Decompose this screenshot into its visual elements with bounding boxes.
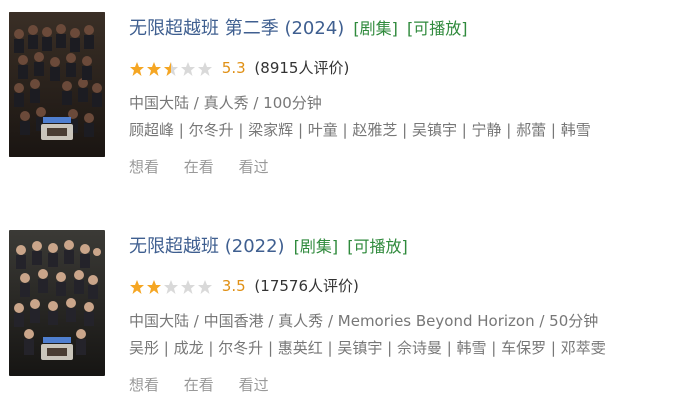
star-icon [130,61,144,76]
watched-button[interactable]: 看过 [239,374,269,395]
rating-row: 3.5 (17576人评价) [129,275,359,297]
tag-series[interactable]: [剧集] [294,237,339,256]
watched-button[interactable]: 看过 [239,156,269,177]
tag-series[interactable]: [剧集] [353,19,398,38]
star-icon [130,279,144,294]
star-half-icon [164,61,178,76]
result-title-link[interactable]: 无限超越班 第二季 (2024) [129,18,344,39]
star-empty-icon [164,279,178,294]
star-empty-icon [181,279,195,294]
star-empty-icon [198,279,212,294]
want-to-watch-button[interactable]: 想看 [129,156,159,177]
want-to-watch-button[interactable]: 想看 [129,374,159,395]
star-icon [147,279,161,294]
star-rating [129,279,213,295]
meta-info: 中国大陆 / 真人秀 / 100分钟 [129,94,322,112]
title-row: 无限超越班 (2022) [剧集] [可播放] [129,230,699,264]
action-links: 想看 在看 看过 [129,374,289,395]
rating-score: 3.5 [221,277,246,295]
rating-row: 5.3 (8915人评价) [129,57,349,79]
star-empty-icon [198,61,212,76]
result-title-link[interactable]: 无限超越班 (2022) [129,236,285,257]
cast-list: 顾超峰 | 尔冬升 | 梁家辉 | 叶童 | 赵雅芝 | 吴镇宇 | 宁静 | … [129,121,591,139]
star-rating [129,61,213,77]
title-row: 无限超越班 第二季 (2024) [剧集] [可播放] [129,12,699,46]
poster-image[interactable] [9,12,105,157]
action-links: 想看 在看 看过 [129,156,289,177]
result-info: 无限超越班 第二季 (2024) [剧集] [可播放] 5.3 (8915人评价… [129,12,699,176]
poster-artwork [9,12,105,157]
poster-artwork [9,230,105,376]
star-icon [147,61,161,76]
tag-playable[interactable]: [可播放] [407,19,468,38]
cast-list: 吴彤 | 成龙 | 尔冬升 | 惠英红 | 吴镇宇 | 佘诗曼 | 韩雪 | 车… [129,339,606,357]
result-info: 无限超越班 (2022) [剧集] [可播放] 3.5 (17576人评价) 中… [129,230,699,394]
tag-playable[interactable]: [可播放] [347,237,408,256]
watching-button[interactable]: 在看 [184,156,214,177]
rating-count: (17576人评价) [254,277,359,295]
rating-count: (8915人评价) [254,59,350,77]
star-empty-icon [181,61,195,76]
poster-image[interactable] [9,230,105,376]
rating-score: 5.3 [221,59,246,77]
meta-info: 中国大陆 / 中国香港 / 真人秀 / Memories Beyond Hori… [129,312,599,330]
watching-button[interactable]: 在看 [184,374,214,395]
